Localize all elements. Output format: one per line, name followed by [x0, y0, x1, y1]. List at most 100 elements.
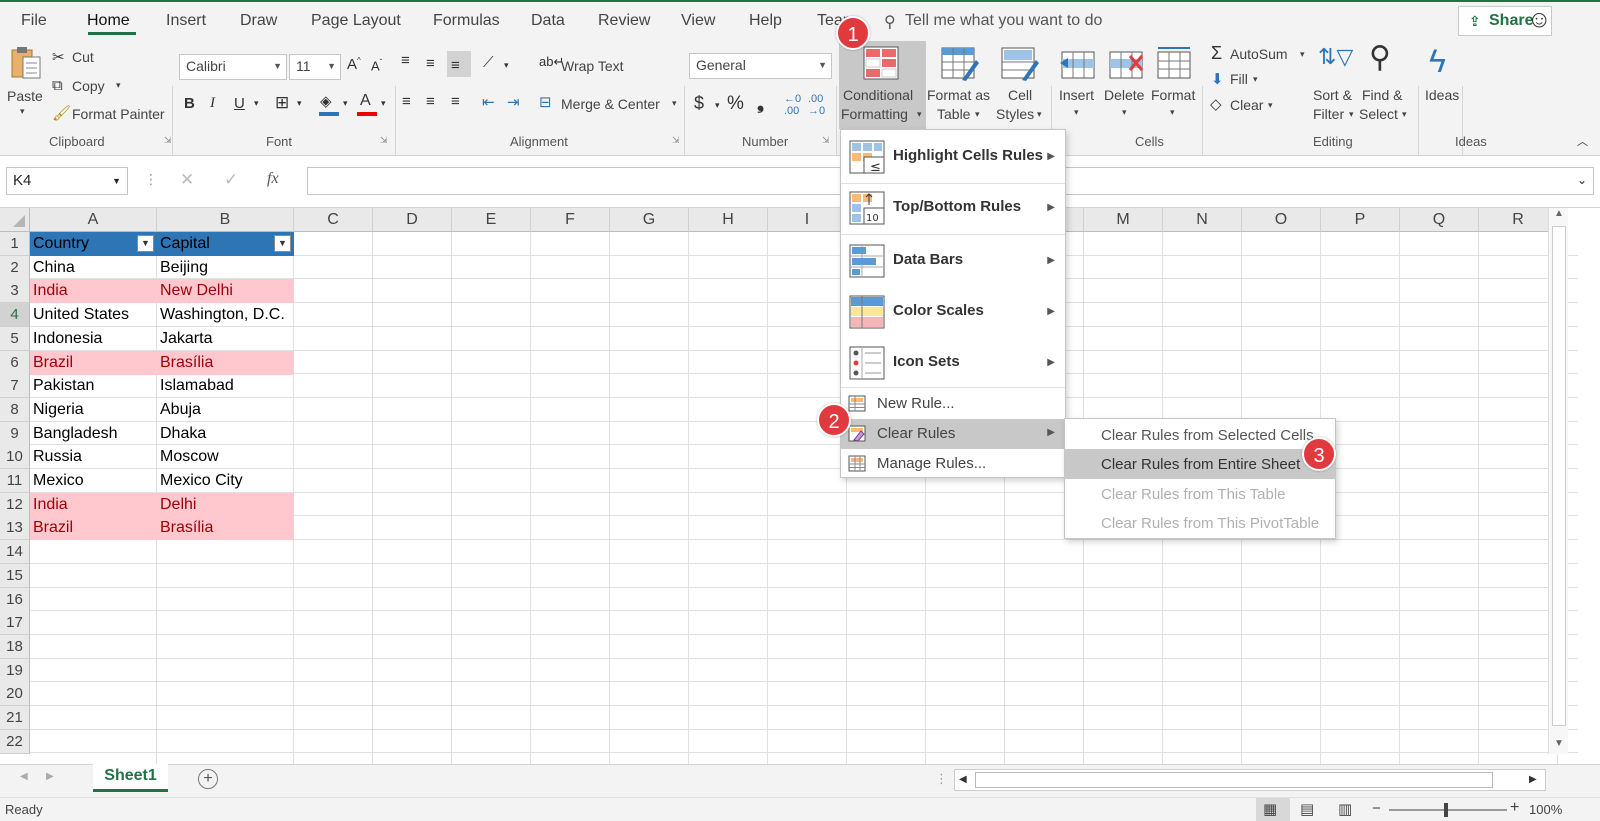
autosum-button[interactable]: AutoSum: [1230, 46, 1288, 62]
confirm-edit-icon[interactable]: ✓: [224, 170, 238, 190]
merge-center-button[interactable]: Merge & Center: [561, 96, 660, 112]
menu-item-data-bars[interactable]: Data Bars ▶: [841, 236, 1065, 287]
row-header[interactable]: 21: [0, 706, 30, 730]
underline-dropdown-icon[interactable]: ▾: [254, 98, 259, 109]
table-cell[interactable]: Delhi: [157, 492, 294, 517]
menu-item-clear-selected-cells[interactable]: Clear Rules from Selected Cells: [1065, 420, 1335, 450]
cell-styles-label-1[interactable]: Cell: [1008, 87, 1032, 103]
column-header[interactable]: N: [1163, 208, 1242, 232]
scroll-right-icon[interactable]: ▶: [1529, 774, 1537, 785]
table-cell[interactable]: China: [30, 256, 157, 280]
insert-cells-icon[interactable]: [1058, 48, 1098, 84]
table-cell[interactable]: Bangladesh: [30, 422, 157, 446]
paste-icon[interactable]: [6, 44, 46, 80]
table-cell[interactable]: Brazil: [30, 516, 157, 541]
menu-item-icon-sets[interactable]: Icon Sets ▶: [841, 338, 1065, 389]
column-header[interactable]: G: [610, 208, 689, 232]
find-select-dropdown-icon[interactable]: ▾: [1402, 109, 1407, 120]
format-cells-button[interactable]: Format: [1151, 87, 1195, 103]
align-top-icon[interactable]: ≡: [401, 52, 410, 69]
increase-indent-icon[interactable]: ⇥: [507, 93, 520, 111]
menu-item-clear-entire-sheet[interactable]: Clear Rules from Entire Sheet: [1065, 449, 1335, 479]
row-header[interactable]: 6: [0, 350, 30, 375]
delete-cells-icon[interactable]: [1106, 48, 1146, 84]
column-header[interactable]: O: [1242, 208, 1321, 232]
add-sheet-icon[interactable]: +: [198, 769, 218, 789]
find-select-magnifier-icon[interactable]: ⚲: [1369, 40, 1391, 75]
clipboard-dialog-launcher-icon[interactable]: ⇲: [164, 135, 172, 146]
copy-button[interactable]: Copy: [72, 78, 105, 94]
autosum-dropdown-icon[interactable]: ▾: [1300, 49, 1305, 60]
tab-split-handle-icon[interactable]: ⋮: [935, 771, 948, 787]
column-header[interactable]: H: [689, 208, 768, 232]
scroll-left-icon[interactable]: ◀: [959, 774, 967, 785]
currency-dropdown-icon[interactable]: ▾: [715, 100, 720, 111]
tab-formulas[interactable]: Formulas: [433, 12, 500, 30]
bold-button[interactable]: B: [184, 95, 195, 112]
percent-icon[interactable]: %: [727, 93, 744, 115]
page-layout-view-icon[interactable]: ▤: [1300, 800, 1314, 818]
borders-icon[interactable]: ⊞: [275, 93, 289, 113]
increase-font-size-icon[interactable]: A^: [347, 56, 361, 73]
cell-styles-icon[interactable]: [1000, 46, 1040, 82]
orientation-dropdown-icon[interactable]: ▾: [504, 60, 509, 71]
format-as-table-label-1[interactable]: Format as: [927, 87, 990, 103]
name-box-dropdown-icon[interactable]: ▼: [112, 176, 121, 186]
next-sheet-icon[interactable]: ▶: [46, 771, 54, 782]
fill-icon[interactable]: ⬇: [1211, 70, 1224, 88]
row-header[interactable]: 4: [0, 303, 30, 328]
row-header[interactable]: 19: [0, 658, 30, 683]
collapse-ribbon-icon[interactable]: ︿: [1577, 133, 1588, 149]
formula-bar-grip-icon[interactable]: ⋮: [144, 171, 158, 188]
row-header[interactable]: 8: [0, 397, 30, 422]
scroll-up-icon[interactable]: ▲: [1554, 208, 1564, 219]
fill-button[interactable]: Fill: [1230, 71, 1248, 87]
row-header[interactable]: 10: [0, 445, 30, 470]
table-cell[interactable]: Brasília: [157, 350, 294, 375]
table-cell[interactable]: Moscow: [157, 445, 294, 469]
table-cell[interactable]: Beijing: [157, 256, 294, 280]
menu-item-highlight-cells-rules[interactable]: ≤ Highlight Cells Rules ▶: [841, 132, 1065, 183]
sort-filter-label-1[interactable]: Sort &: [1313, 87, 1352, 103]
table-cell[interactable]: Brasília: [157, 516, 294, 541]
borders-dropdown-icon[interactable]: ▾: [297, 98, 302, 109]
table-cell[interactable]: Pakistan: [30, 374, 157, 398]
number-format-select[interactable]: General ▼: [689, 53, 832, 79]
italic-button[interactable]: I: [210, 95, 215, 112]
zoom-out-icon[interactable]: −: [1372, 800, 1381, 817]
align-center-icon[interactable]: ≡: [426, 93, 435, 110]
row-header[interactable]: 5: [0, 326, 30, 351]
prev-sheet-icon[interactable]: ◀: [20, 771, 28, 782]
insert-function-icon[interactable]: fx: [267, 170, 279, 188]
row-header[interactable]: 16: [0, 587, 30, 612]
normal-view-icon[interactable]: ▦: [1263, 800, 1277, 818]
format-as-table-label-2[interactable]: Table: [937, 106, 970, 122]
table-cell[interactable]: Washington, D.C.: [157, 303, 294, 327]
tab-view[interactable]: View: [681, 12, 715, 30]
copy-icon[interactable]: ⧉: [52, 77, 63, 94]
table-cell[interactable]: Mexico City: [157, 469, 294, 493]
sort-filter-dropdown-icon[interactable]: ▾: [1349, 109, 1354, 120]
format-dropdown-icon[interactable]: ▾: [1170, 107, 1175, 118]
alignment-dialog-launcher-icon[interactable]: ⇲: [672, 135, 680, 146]
row-header[interactable]: 22: [0, 729, 30, 754]
horizontal-scrollbar[interactable]: ◀ ▶: [954, 769, 1546, 791]
tell-me-box[interactable]: Tell me what you want to do: [905, 12, 1102, 30]
column-header[interactable]: I: [768, 208, 847, 232]
column-header[interactable]: Q: [1400, 208, 1479, 232]
decrease-indent-icon[interactable]: ⇤: [482, 93, 495, 111]
ideas-button[interactable]: Ideas: [1425, 87, 1459, 103]
column-header[interactable]: B: [157, 208, 294, 232]
search-icon[interactable]: ⚲: [884, 12, 896, 32]
fill-dropdown-icon[interactable]: ▾: [1253, 74, 1258, 85]
tab-home[interactable]: Home: [87, 12, 130, 30]
paste-dropdown-icon[interactable]: ▾: [20, 106, 25, 117]
cell-styles-label-2[interactable]: Styles: [996, 106, 1034, 122]
autosum-icon[interactable]: Σ: [1211, 43, 1222, 64]
cut-icon[interactable]: ✂: [52, 48, 65, 66]
column-header[interactable]: R: [1479, 208, 1558, 232]
cell-styles-dropdown-icon[interactable]: ▾: [1037, 109, 1042, 120]
select-all-corner[interactable]: [0, 208, 30, 232]
table-cell[interactable]: Brazil: [30, 350, 157, 375]
font-size-select[interactable]: 11 ▼: [289, 54, 341, 80]
